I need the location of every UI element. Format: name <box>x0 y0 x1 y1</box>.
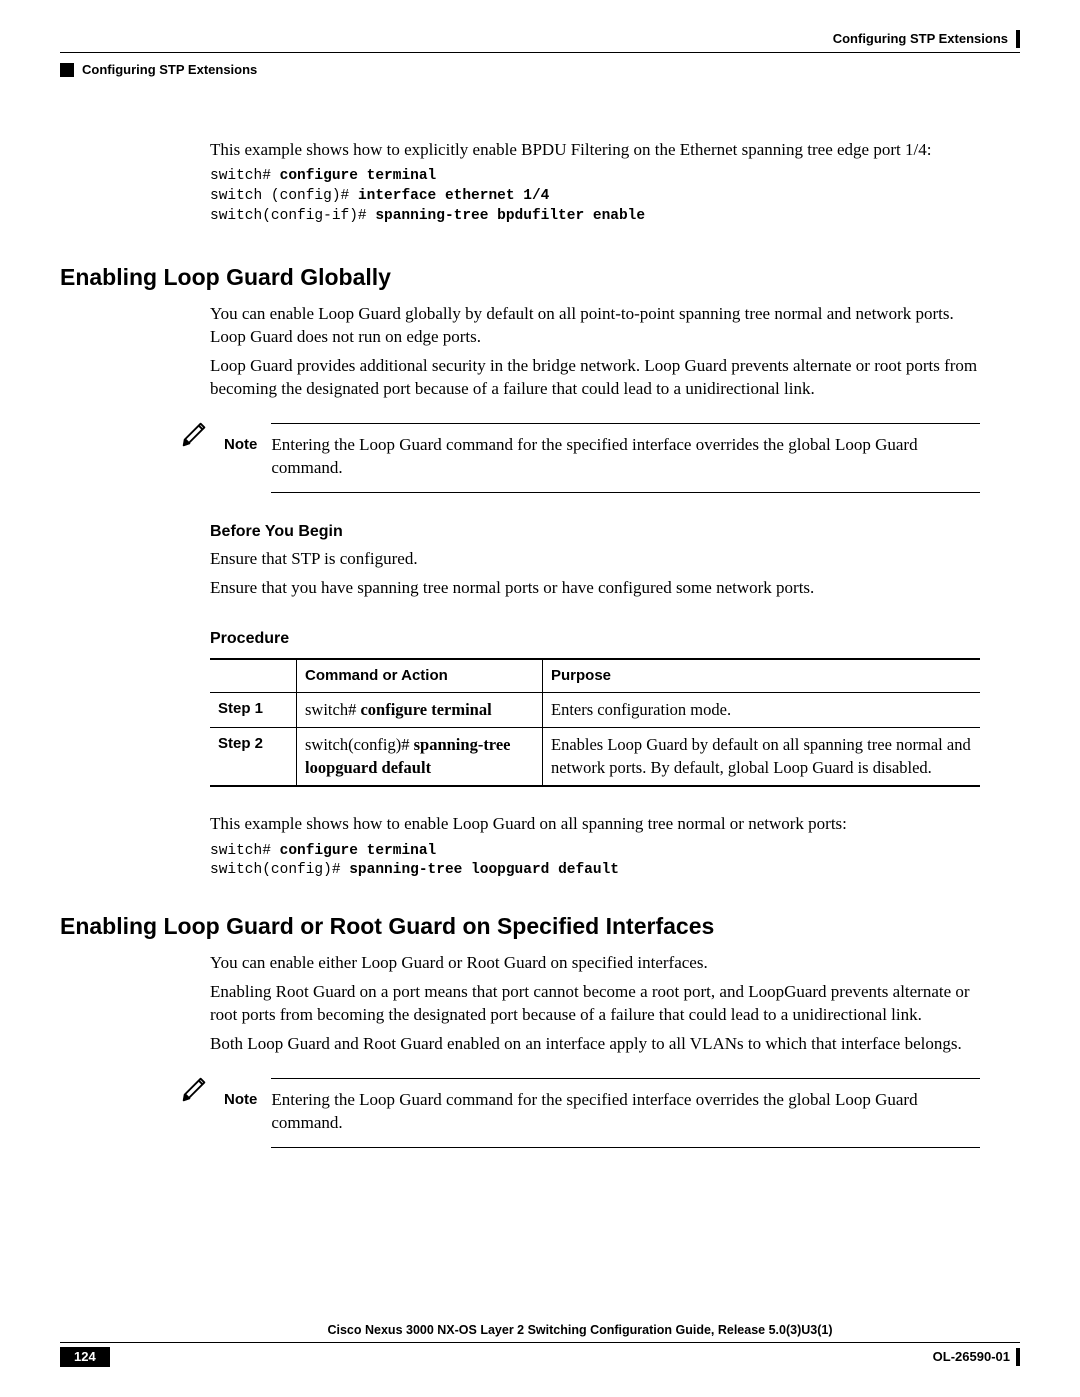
sec1-code: switch# configure terminal switch(config… <box>210 842 980 881</box>
footer-rule-mark <box>1016 1348 1020 1366</box>
step1-command: switch# configure terminal <box>297 693 543 728</box>
intro-text: This example shows how to explicitly ena… <box>210 139 980 162</box>
section-heading-loop-root-if: Enabling Loop Guard or Root Guard on Spe… <box>60 911 1020 942</box>
section-marker-icon <box>60 63 74 77</box>
step1-purpose: Enters configuration mode. <box>543 693 981 728</box>
note-block-2: Note Entering the Loop Guard command for… <box>150 1074 980 1158</box>
sec1-p2: Loop Guard provides additional security … <box>210 355 980 401</box>
byb-p2: Ensure that you have spanning tree norma… <box>210 577 980 600</box>
section-heading-loopguard-global: Enabling Loop Guard Globally <box>60 262 1020 293</box>
table-row: Step 2 switch(config)# spanning-tree loo… <box>210 728 980 786</box>
before-you-begin-title: Before You Begin <box>210 521 980 543</box>
page: Configuring STP Extensions Configuring S… <box>0 0 1080 1397</box>
byb-p1: Ensure that STP is configured. <box>210 548 980 571</box>
sec2-p1: You can enable either Loop Guard or Root… <box>210 952 980 975</box>
th-blank <box>210 659 297 693</box>
sec2-p2: Enabling Root Guard on a port means that… <box>210 981 980 1027</box>
note-bottom-rule <box>271 1147 980 1148</box>
sec1-post-text: This example shows how to enable Loop Gu… <box>210 813 980 836</box>
note-label: Note <box>224 1074 271 1110</box>
step-label: Step 2 <box>210 728 297 786</box>
header-section-title: Configuring STP Extensions <box>82 61 257 79</box>
step-label: Step 1 <box>210 693 297 728</box>
procedure-table: Command or Action Purpose Step 1 switch#… <box>210 658 980 787</box>
footer-book-title: Cisco Nexus 3000 NX-OS Layer 2 Switching… <box>60 1322 1020 1339</box>
section1-body: You can enable Loop Guard globally by de… <box>210 303 980 401</box>
before-you-begin-block: Before You Begin Ensure that STP is conf… <box>210 521 980 881</box>
note-bottom-rule <box>271 492 980 493</box>
page-header: Configuring STP Extensions <box>60 30 1020 48</box>
header-divider <box>60 52 1020 53</box>
step2-purpose: Enables Loop Guard by default on all spa… <box>543 728 981 786</box>
section2-body: You can enable either Loop Guard or Root… <box>210 952 980 1056</box>
sec2-p3: Both Loop Guard and Root Guard enabled o… <box>210 1033 980 1056</box>
note-top-rule <box>271 423 980 424</box>
page-subheader: Configuring STP Extensions <box>60 61 1020 79</box>
th-command: Command or Action <box>297 659 543 693</box>
note-pencil-icon <box>150 419 224 456</box>
th-purpose: Purpose <box>543 659 981 693</box>
step2-command: switch(config)# spanning-tree loopguard … <box>297 728 543 786</box>
page-footer: Cisco Nexus 3000 NX-OS Layer 2 Switching… <box>60 1322 1020 1367</box>
note-top-rule <box>271 1078 980 1079</box>
intro-code: switch# configure terminal switch (confi… <box>210 167 980 226</box>
footer-divider <box>60 1342 1020 1343</box>
note-text: Entering the Loop Guard command for the … <box>271 434 980 480</box>
note-block-1: Note Entering the Loop Guard command for… <box>150 419 980 503</box>
page-number-badge: 124 <box>60 1347 110 1367</box>
note-pencil-icon <box>150 1074 224 1111</box>
intro-block: This example shows how to explicitly ena… <box>210 139 980 227</box>
note-label: Note <box>224 419 271 455</box>
sec1-p1: You can enable Loop Guard globally by de… <box>210 303 980 349</box>
note-text: Entering the Loop Guard command for the … <box>271 1089 980 1135</box>
header-chapter-title: Configuring STP Extensions <box>833 30 1008 48</box>
footer-doc-id: OL-26590-01 <box>933 1348 1010 1366</box>
procedure-title: Procedure <box>210 628 980 650</box>
header-rule-mark <box>1016 30 1020 48</box>
table-row: Step 1 switch# configure terminal Enters… <box>210 693 980 728</box>
